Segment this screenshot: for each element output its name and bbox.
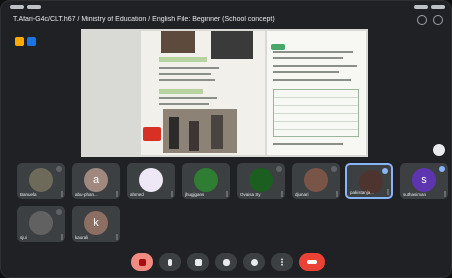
participant-tile[interactable]: Ovaisa Sy (237, 163, 285, 199)
participant-name: abu-phan... (75, 192, 98, 197)
participant-name: sjui (20, 235, 27, 240)
pin-presentation-icon[interactable] (433, 144, 445, 156)
participant-tile[interactable]: sjui (17, 206, 65, 242)
participant-name: kaurali (75, 235, 89, 240)
more-vert-icon (281, 258, 283, 266)
textbook-line (273, 65, 357, 67)
avatar: s (412, 168, 436, 192)
participant-name: Ovaisa Sy (240, 192, 261, 197)
more-options-icon[interactable] (387, 189, 389, 195)
switch-camera-icon[interactable] (417, 15, 427, 25)
mic-button[interactable] (159, 253, 181, 271)
chat-bubble-icon (222, 258, 230, 266)
participant-tile[interactable]: jhugjgans (182, 163, 230, 199)
speaking-icon (439, 166, 445, 172)
textbook-highlight (159, 57, 207, 62)
camera-off-button[interactable] (131, 253, 153, 271)
status-bar (7, 3, 445, 13)
more-options-icon[interactable] (336, 191, 338, 197)
textbook-left-page (141, 31, 265, 155)
textbook-figure (189, 121, 199, 151)
textbook-line (159, 97, 217, 99)
participant-name: pakistanja... (350, 190, 375, 195)
participant-tile[interactable]: djunari (292, 163, 340, 199)
textbook-figure (211, 115, 223, 149)
participant-tile[interactable]: k kaurali (72, 206, 120, 242)
textbook-line (273, 51, 353, 53)
avatar (29, 168, 53, 192)
captions-icon (194, 258, 202, 266)
participant-name: djunari (295, 192, 309, 197)
avatar (304, 168, 328, 192)
more-options-icon[interactable] (226, 191, 228, 197)
app-badges (15, 37, 36, 46)
grammar-header (271, 37, 361, 50)
participant-tile[interactable]: Banuela (17, 163, 65, 199)
textbook-photo (211, 31, 253, 59)
avatar (29, 211, 53, 235)
activities-icon[interactable] (15, 37, 24, 46)
participant-tile[interactable]: ahmed (127, 163, 175, 199)
textbook-line (273, 79, 351, 81)
exercise-table (273, 89, 359, 137)
participant-name: suthasiman (403, 192, 427, 197)
mic-muted-icon (331, 166, 337, 172)
mic-muted-icon (276, 166, 282, 172)
speaking-icon (382, 168, 388, 174)
more-options-icon[interactable] (171, 191, 173, 197)
textbook-line (273, 57, 343, 59)
chat-button[interactable] (215, 253, 237, 271)
textbook-red-label (143, 127, 161, 141)
avatar (249, 168, 273, 192)
participant-tile-active-speaker[interactable]: pakistanja... (345, 163, 393, 199)
textbook-line (273, 71, 339, 73)
textbook-line (159, 79, 215, 81)
hang-up-icon (307, 260, 317, 264)
more-options-icon[interactable] (116, 191, 118, 197)
textbook-right-page (267, 31, 366, 155)
meeting-title: T.Afari-G4c/CLT.h67 / Ministry of Educat… (13, 16, 275, 23)
camera-off-icon (138, 258, 146, 266)
more-options-icon[interactable] (444, 191, 446, 197)
meet-window: T.Afari-G4c/CLT.h67 / Ministry of Educat… (0, 0, 452, 278)
textbook-line (273, 143, 343, 145)
textbook-line (159, 67, 219, 69)
textbook-highlight (159, 89, 203, 94)
audio-output-icon[interactable] (433, 15, 443, 25)
grammar-badge (271, 44, 285, 50)
more-options-icon[interactable] (281, 191, 283, 197)
status-bar-right (411, 5, 445, 11)
textbook-figure (169, 117, 179, 149)
avatar (139, 168, 163, 192)
raise-hand-button[interactable] (243, 253, 265, 271)
textbook-line (159, 73, 211, 75)
status-bar-left (7, 5, 41, 11)
avatar: k (84, 211, 108, 235)
avatar: a (84, 168, 108, 192)
leave-call-button[interactable] (299, 253, 325, 271)
more-options-icon[interactable] (61, 191, 63, 197)
chat-icon[interactable] (27, 37, 36, 46)
participant-tile[interactable]: s suthasiman (400, 163, 448, 199)
raise-hand-icon (250, 258, 258, 266)
more-options-icon[interactable] (116, 234, 118, 240)
avatar (194, 168, 218, 192)
call-controls (131, 253, 325, 271)
participant-name: jhugjgans (185, 192, 205, 197)
more-options-button[interactable] (271, 253, 293, 271)
top-actions (417, 15, 443, 25)
textbook-line (159, 103, 209, 105)
mic-muted-icon (56, 209, 62, 215)
mic-muted-icon (56, 166, 62, 172)
captions-button[interactable] (187, 253, 209, 271)
textbook-photo (161, 31, 195, 53)
presentation-view (81, 29, 368, 157)
more-options-icon[interactable] (61, 234, 63, 240)
participant-name: ahmed (130, 192, 144, 197)
participant-tile[interactable]: a abu-phan... (72, 163, 120, 199)
mic-icon (168, 258, 172, 266)
participant-name: Banuela (20, 192, 37, 197)
